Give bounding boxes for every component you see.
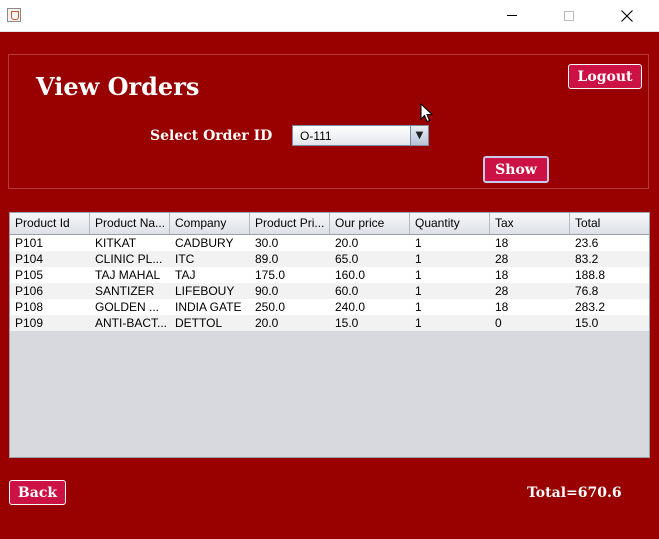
table-cell: 250.0 (255, 300, 286, 314)
column-header[interactable]: Product Id (10, 213, 90, 234)
table-cell: 90.0 (255, 284, 279, 298)
dropdown-arrow-icon[interactable]: ▼ (410, 126, 428, 145)
table-cell: DETTOL (175, 316, 223, 330)
table-cell: P101 (15, 236, 44, 250)
order-id-select[interactable]: O-111 ▼ (292, 125, 429, 146)
table-cell: 65.0 (335, 252, 359, 266)
table-row[interactable]: P104 CLINIC PL... ITC 89.0 65.0 1 28 83.2 (10, 251, 649, 267)
column-header[interactable]: Tax (490, 213, 570, 234)
close-icon (621, 9, 633, 22)
table-cell: 1 (415, 316, 422, 330)
table-cell: ANTI-BACT... (95, 316, 168, 330)
table-cell: P105 (15, 268, 44, 282)
close-button[interactable] (604, 0, 650, 31)
column-header[interactable]: Quantity (410, 213, 490, 234)
minimize-icon (507, 15, 517, 16)
table-cell: 188.8 (575, 268, 606, 282)
table-cell: 18 (495, 236, 509, 250)
table-cell: P108 (15, 300, 44, 314)
column-header[interactable]: Our price (330, 213, 410, 234)
table-cell: 89.0 (255, 252, 279, 266)
column-header[interactable]: Product Pri... (250, 213, 330, 234)
mouse-cursor-icon (420, 103, 433, 123)
table-cell: 60.0 (335, 284, 359, 298)
table-cell: 20.0 (255, 316, 279, 330)
table-cell: 1 (415, 284, 422, 298)
select-order-label: Select Order ID (150, 128, 273, 144)
table-cell: 1 (415, 252, 422, 266)
table-cell: 18 (495, 268, 509, 282)
column-header[interactable]: Product Na... (90, 213, 170, 234)
table-cell: 15.0 (335, 316, 359, 330)
table-cell: P106 (15, 284, 44, 298)
maximize-icon (564, 10, 574, 21)
maximize-button[interactable] (546, 0, 592, 31)
table-cell: 1 (415, 268, 422, 282)
table-cell: 23.6 (575, 236, 599, 250)
table-row[interactable]: P109 ANTI-BACT... DETTOL 20.0 15.0 1 0 15.0 (10, 315, 649, 331)
order-total: Total=670.6 (527, 485, 622, 501)
table-cell: 283.2 (575, 300, 606, 314)
title-bar (0, 0, 659, 32)
table-cell: 0 (495, 316, 502, 330)
table-cell: P104 (15, 252, 44, 266)
table-cell: 76.8 (575, 284, 599, 298)
table-row[interactable]: P106 SANTIZER LIFEBOUY 90.0 60.0 1 28 76.8 (10, 283, 649, 299)
column-header[interactable]: Total (570, 213, 649, 234)
table-cell: ITC (175, 252, 195, 266)
table-cell: CLINIC PL... (95, 252, 163, 266)
table-cell: 20.0 (335, 236, 359, 250)
table-cell: P109 (15, 316, 44, 330)
table-cell: 15.0 (575, 316, 599, 330)
table-cell: TAJ (175, 268, 196, 282)
table-cell: 240.0 (335, 300, 366, 314)
table-row[interactable]: P105 TAJ MAHAL TAJ 175.0 160.0 1 18 188.8 (10, 267, 649, 283)
table-cell: 1 (415, 236, 422, 250)
minimize-button[interactable] (489, 0, 535, 31)
table-cell: 18 (495, 300, 509, 314)
table-cell: 175.0 (255, 268, 286, 282)
table-cell: TAJ MAHAL (95, 268, 161, 282)
table-cell: SANTIZER (95, 284, 155, 298)
table-header: Product Id Product Na... Company Product… (10, 213, 649, 235)
table-cell: LIFEBOUY (175, 284, 235, 298)
table-cell: 30.0 (255, 236, 279, 250)
logout-button[interactable]: Logout (568, 64, 642, 89)
table-cell: 28 (495, 252, 509, 266)
table-cell: GOLDEN ... (95, 300, 160, 314)
table-cell: 28 (495, 284, 509, 298)
table-cell: INDIA GATE (175, 300, 242, 314)
table-cell: KITKAT (95, 236, 137, 250)
order-id-value: O-111 (300, 129, 332, 143)
table-row[interactable]: P101 KITKAT CADBURY 30.0 20.0 1 18 23.6 (10, 235, 649, 251)
page-title: View Orders (36, 72, 200, 101)
back-button[interactable]: Back (9, 480, 66, 505)
java-app-icon (7, 8, 21, 22)
table-cell: 1 (415, 300, 422, 314)
show-button[interactable]: Show (483, 156, 549, 183)
orders-table: Product Id Product Na... Company Product… (9, 212, 650, 458)
table-cell: CADBURY (175, 236, 234, 250)
table-cell: 83.2 (575, 252, 599, 266)
table-cell: 160.0 (335, 268, 366, 282)
table-row[interactable]: P108 GOLDEN ... INDIA GATE 250.0 240.0 1 18 283… (10, 299, 649, 315)
column-header[interactable]: Company (170, 213, 250, 234)
